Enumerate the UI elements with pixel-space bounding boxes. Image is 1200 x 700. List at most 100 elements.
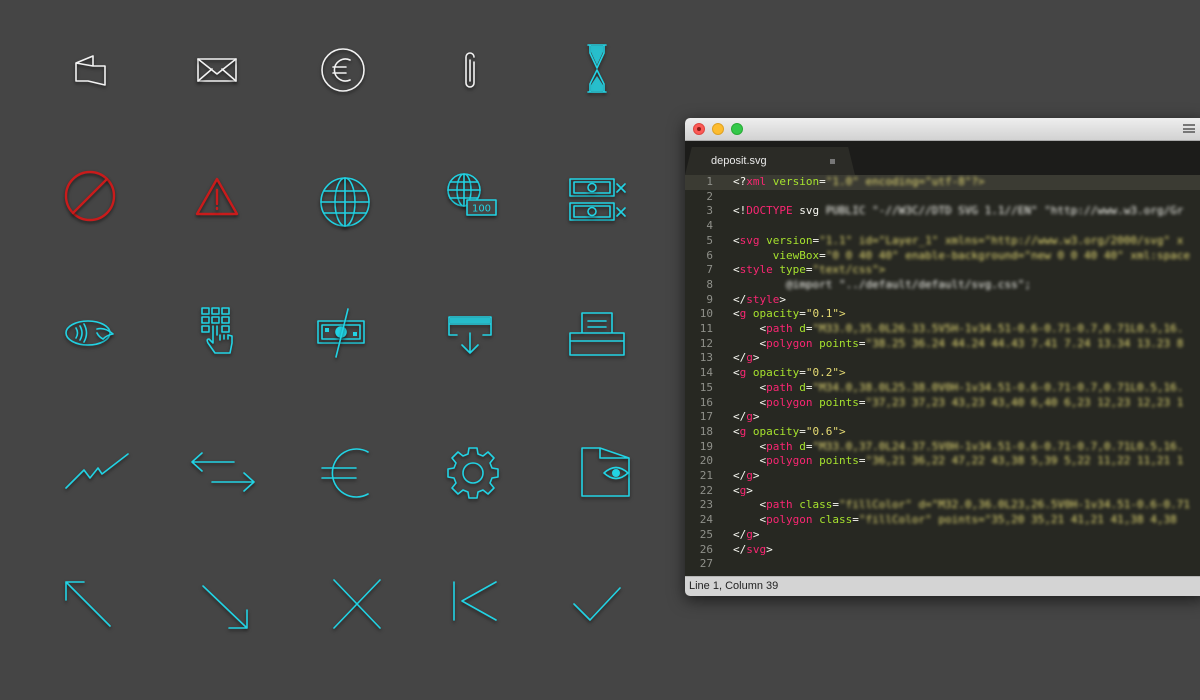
line-number: 3 [706,204,713,218]
line-number: 26 [699,542,713,556]
code-text: <path class="fillColor" d="M32.0,36.0L23… [733,498,1190,512]
code-editor-window: deposit.svg 1 <?xml version="1.0" encodin… [685,118,1200,596]
line-number: 24 [699,513,713,527]
cursor-position: Line 1, Column 39 [689,580,779,592]
globe-100-icon: 100 [435,160,505,230]
line-number: 7 [706,263,713,277]
code-line[interactable]: 25 </g> [685,528,1200,543]
code-line[interactable]: 23 <path class="fillColor" d="M32.0,36.0… [685,498,1200,513]
code-text: </g> [733,469,760,482]
line-number: 20 [699,454,713,468]
code-line[interactable]: 15 <path d="M34.0,38.0L25.38.0V0H-1v34.5… [685,381,1200,396]
contactless-payment-icon [55,297,125,367]
code-text: <svg version="1.1" id="Layer_1" xmlns="h… [733,233,1184,247]
code-text: <g opacity="0.6"> [733,424,846,438]
code-line[interactable]: 4 [685,219,1200,234]
code-text: </g> [733,527,760,541]
code-line[interactable]: 18 <g opacity="0.6"> [685,425,1200,440]
wallet-icon [55,35,125,105]
line-number: 21 [699,469,713,482]
code-line[interactable]: 3 <!DOCTYPE svg PUBLIC "-//W3C//DTD SVG 1… [685,204,1200,219]
tab-deposit-svg[interactable]: deposit.svg [685,147,855,175]
code-line[interactable]: 13 </g> [685,351,1200,366]
code-line[interactable]: 12 <polygon points="38.25 36.24 44.24 44… [685,337,1200,352]
prohibited-icon [55,160,125,230]
hourglass-icon [562,35,632,105]
code-line[interactable]: 8 @import "../default/default/svg.css"; [685,278,1200,293]
code-line[interactable]: 21 </g> [685,469,1200,484]
line-number: 19 [699,439,713,453]
icon-grid: 100 [0,0,660,700]
line-number: 4 [706,219,713,233]
line-number: 2 [706,189,713,203]
code-text: <polygon class="fillColor" points="35,20… [733,513,1177,527]
code-line[interactable]: 6 viewBox="0 0 40 40" enable-background=… [685,249,1200,264]
line-number: 18 [699,424,713,438]
line-number: 25 [699,527,713,541]
code-line[interactable]: 9 </style> [685,293,1200,308]
line-number: 14 [699,366,713,380]
line-number: 12 [699,336,713,350]
code-text: </g> [733,351,760,365]
line-number: 11 [699,322,713,335]
euro-sign-icon [310,438,380,508]
code-line[interactable]: 16 <polygon points="37,23 37,23 43,23 43… [685,396,1200,411]
code-line[interactable]: 22 <g> [685,484,1200,499]
wallet-eye-icon [570,438,640,508]
tab-label: deposit.svg [711,155,767,167]
code-text: <polygon points="36,21 36,22 47,22 43,38… [733,454,1184,468]
code-text: <path d="M33.0,37.0L24.37.5V0H-1v34.51-0… [733,439,1184,453]
code-line[interactable]: 10 <g opacity="0.1"> [685,307,1200,322]
code-line[interactable]: 26 </svg> [685,543,1200,558]
code-line[interactable]: 20 <polygon points="36,21 36,22 47,22 43… [685,454,1200,469]
euro-circle-icon [308,35,378,105]
code-line[interactable]: 11 <path d="M33.0,35.0L26.33.5V5H-1v34.5… [685,322,1200,337]
checkmark-icon [562,570,632,640]
line-number: 9 [706,292,713,306]
gear-icon [438,438,508,508]
code-text: <path d="M33.0,35.0L26.33.5V5H-1v34.51-0… [733,322,1184,335]
code-line[interactable]: 1 <?xml version="1.0" encoding="utf-8"?> [685,175,1200,190]
window-maximize-button[interactable] [731,123,743,135]
line-number: 10 [699,307,713,321]
currency-exchange-icon [308,297,378,367]
banknotes-cancel-icon [562,165,632,235]
code-text: </style> [733,292,786,306]
code-area[interactable]: 1 <?xml version="1.0" encoding="utf-8"?> 2… [685,175,1200,577]
code-text: <style type="text/css"> [733,263,886,277]
code-line[interactable]: 2 [685,190,1200,205]
code-text: <!DOCTYPE svg PUBLIC "-//W3C//DTD SVG 1.… [733,204,1184,218]
code-line[interactable]: 27 [685,557,1200,572]
tab-close-icon[interactable] [830,159,835,164]
window-titlebar[interactable] [685,118,1200,141]
transfer-arrows-icon [188,440,258,510]
envelope-icon [182,35,252,105]
line-number: 27 [699,557,713,571]
line-number: 8 [706,277,713,291]
line-number: 6 [706,248,713,262]
tab-bar: deposit.svg [685,141,1200,177]
code-line[interactable]: 24 <polygon class="fillColor" points="35… [685,513,1200,528]
code-text: <?xml version="1.0" encoding="utf-8"?> [733,175,985,188]
arrow-down-right-icon [185,570,255,640]
code-text: <polygon points="38.25 36.24 44.24 44.43… [733,336,1184,350]
code-line[interactable]: 5 <svg version="1.1" id="Layer_1" xmlns="… [685,234,1200,249]
window-minimize-button[interactable] [712,123,724,135]
line-number: 17 [699,410,713,424]
code-line[interactable]: 19 <path d="M33.0,37.0L24.37.5V0H-1v34.5… [685,440,1200,455]
code-text: <path d="M34.0,38.0L25.38.0V0H-1v34.51-0… [733,380,1184,394]
card-deposit-icon [435,297,505,367]
line-number: 5 [706,233,713,247]
code-line[interactable]: 7 <style type="text/css"> [685,263,1200,278]
line-number: 16 [699,395,713,409]
code-text: <g> [733,483,753,497]
code-line[interactable]: 17 </g> [685,410,1200,425]
close-icon [322,570,392,640]
globe-icon [308,165,378,235]
code-line[interactable]: 14 <g opacity="0.2"> [685,366,1200,381]
fullscreen-icon[interactable] [1183,124,1195,133]
arrow-up-left-icon [58,570,128,640]
skip-back-icon [440,570,510,640]
window-close-button[interactable] [693,123,705,135]
line-number: 1 [706,175,713,188]
